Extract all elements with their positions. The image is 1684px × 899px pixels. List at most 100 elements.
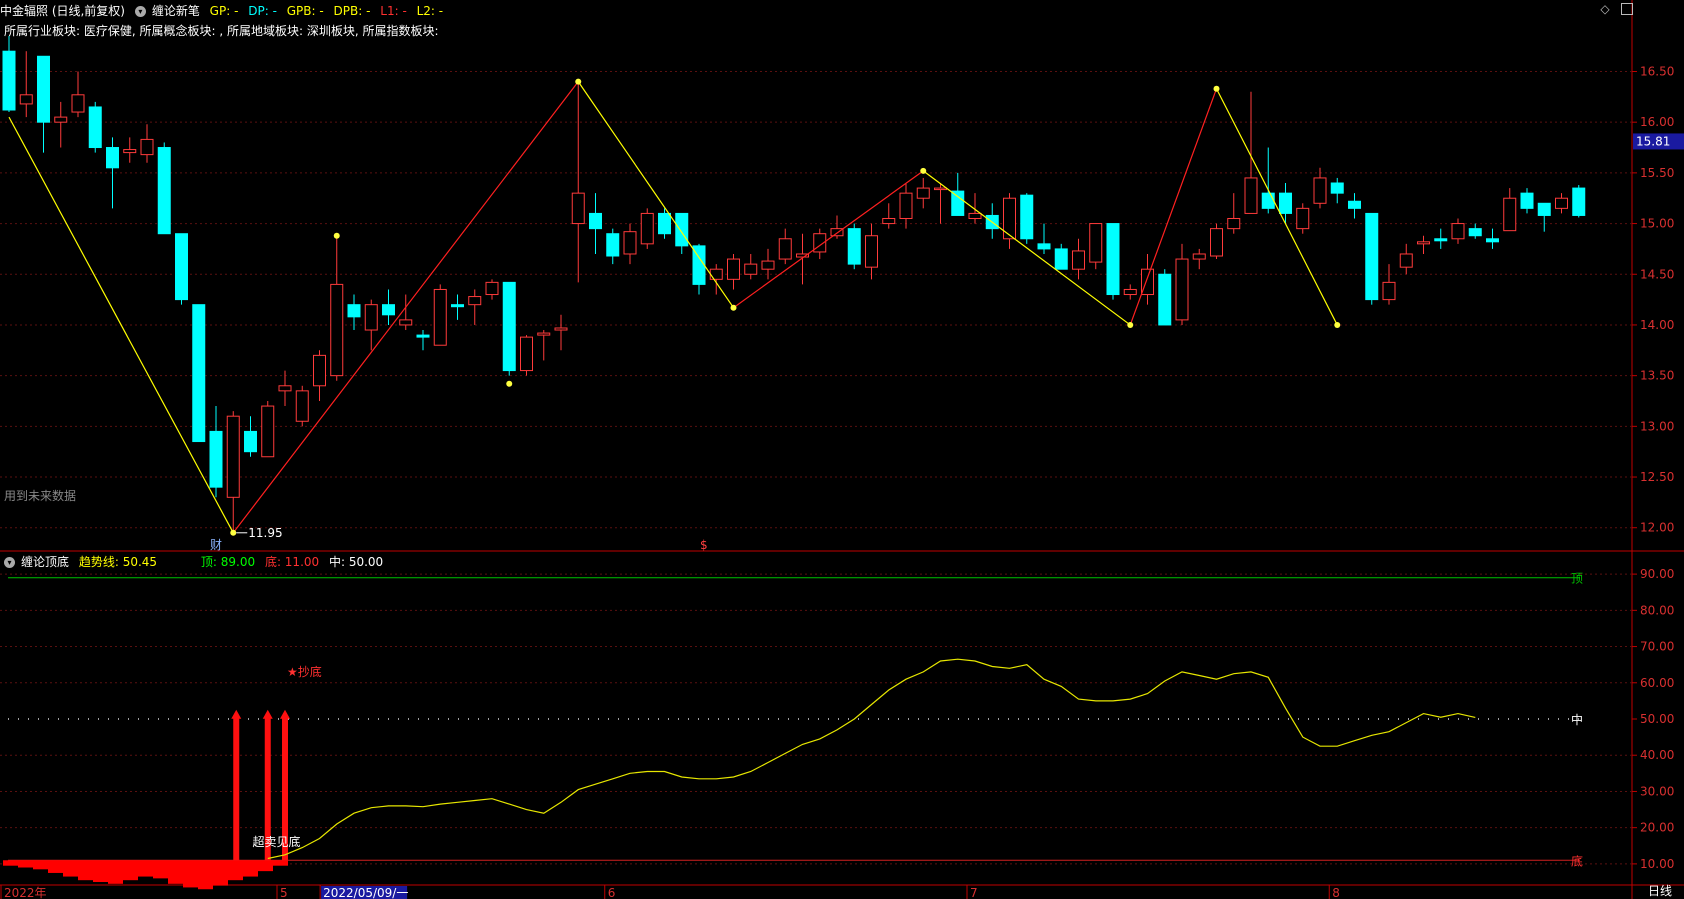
bottom-bar bbox=[108, 860, 123, 884]
candle-up bbox=[226, 415, 240, 498]
bottom-bar bbox=[3, 860, 18, 866]
sub-indicator-name[interactable]: 缠论顶底 bbox=[21, 555, 69, 569]
future-data-note: 用到未来数据 bbox=[4, 489, 77, 503]
x-tick-label: 8 bbox=[1332, 886, 1340, 899]
candle-down bbox=[1365, 212, 1379, 301]
candle-down bbox=[244, 430, 257, 453]
candle-down bbox=[1537, 202, 1551, 216]
bottom-bar bbox=[33, 860, 48, 870]
buy-signal-arrowhead bbox=[262, 709, 273, 719]
candle-up bbox=[882, 217, 896, 225]
indicator-tick-label: 30.00 bbox=[1640, 784, 1674, 798]
stock-chart-canvas[interactable]: 11.95 财 $ 16.50 16.00 15.50 15.00 14.50 14.00 13… bbox=[0, 0, 1684, 899]
price-tick-label: 15.00 bbox=[1640, 217, 1674, 231]
price-tick-label: 12.50 bbox=[1640, 470, 1674, 484]
candle-up bbox=[1296, 207, 1310, 230]
candle-down bbox=[1348, 200, 1361, 209]
candle-down bbox=[951, 190, 965, 216]
level-tag: 底 bbox=[1571, 853, 1583, 868]
candle-up bbox=[640, 212, 654, 245]
indicator-tick-label: 20.00 bbox=[1640, 821, 1674, 835]
candle-up bbox=[140, 138, 154, 156]
price-tick-label: 16.50 bbox=[1640, 64, 1674, 78]
l1-label: L1: - bbox=[380, 4, 407, 18]
candle-down bbox=[175, 233, 188, 301]
indicator-grid bbox=[0, 573, 1632, 865]
candlestick-series bbox=[2, 36, 1586, 533]
candle-down bbox=[37, 55, 50, 123]
fractal-dot bbox=[1213, 85, 1220, 92]
price-tick-label: 15.50 bbox=[1640, 166, 1674, 180]
candle-down bbox=[847, 228, 861, 265]
candle-up bbox=[968, 212, 982, 219]
bottom-label: 底: 11.00 bbox=[264, 555, 320, 569]
indicator-tick-label: 60.00 bbox=[1640, 676, 1674, 690]
candle-up bbox=[364, 304, 378, 331]
indicator-settings-icon[interactable]: ▾ bbox=[134, 6, 146, 17]
indicator-y-axis: 90.00 80.00 70.00 60.00 50.00 40.00 30.00 20.00… bbox=[1632, 567, 1674, 871]
candle-up bbox=[1192, 253, 1206, 260]
candle-down bbox=[347, 304, 361, 318]
candle-down bbox=[192, 304, 206, 443]
candle-up bbox=[761, 260, 775, 270]
fractal-dot bbox=[230, 529, 237, 536]
buy-signal-arrowhead bbox=[280, 709, 290, 719]
candle-down bbox=[1158, 273, 1172, 326]
candle-up bbox=[865, 235, 878, 268]
candle-up bbox=[313, 354, 326, 387]
bottom-bar bbox=[138, 860, 153, 877]
current-price-label: 15.81 bbox=[1636, 134, 1670, 148]
l2-label: L2: - bbox=[416, 4, 444, 18]
candle-up bbox=[899, 192, 913, 219]
candle-down bbox=[658, 212, 671, 235]
candle-down bbox=[1468, 228, 1482, 237]
candle-up bbox=[433, 288, 447, 346]
sub-indicator-settings-icon[interactable]: ▾ bbox=[4, 557, 15, 568]
indicator-tick-label: 70.00 bbox=[1640, 640, 1674, 654]
candle-down bbox=[416, 334, 430, 338]
bottom-bar bbox=[273, 860, 288, 866]
maximize-icon[interactable] bbox=[1621, 3, 1633, 15]
candle-down bbox=[1520, 192, 1534, 209]
fractal-dot bbox=[333, 232, 340, 239]
candle-up bbox=[934, 187, 947, 191]
low-annotation-label: 11.95 bbox=[248, 526, 282, 540]
buy-signal-bar bbox=[233, 717, 240, 861]
stock-title[interactable]: 中金辐照 (日线,前复权) bbox=[0, 4, 125, 18]
x-tick-label: 6 bbox=[608, 886, 616, 899]
indicator-name[interactable]: 缠论新笔 bbox=[152, 4, 200, 18]
candle-down bbox=[1330, 182, 1344, 194]
candle-up bbox=[571, 192, 585, 225]
bottom-bar bbox=[213, 860, 228, 886]
bottom-bar bbox=[78, 860, 93, 881]
price-tick-label: 14.50 bbox=[1640, 267, 1674, 281]
trend-line bbox=[267, 658, 1476, 860]
bottom-bar bbox=[18, 860, 33, 868]
sub-legend: ▾ 缠论顶底 趋势线: 50.45 顶: 89.00 底: 11.00 中: 50… bbox=[0, 553, 389, 571]
candle-up bbox=[485, 281, 499, 296]
candle-down bbox=[209, 430, 223, 488]
candle-down bbox=[88, 106, 102, 149]
candle-up bbox=[278, 385, 292, 392]
fractal-dot bbox=[1334, 321, 1341, 328]
candle-down bbox=[451, 304, 464, 308]
x-tick-label: 2022/05/09/一 bbox=[323, 886, 408, 899]
x-tick-label: 2022年 bbox=[4, 886, 47, 899]
candle-up bbox=[1417, 241, 1430, 245]
candle-up bbox=[1089, 223, 1103, 263]
candle-up bbox=[727, 258, 740, 280]
indicator-tick-label: 50.00 bbox=[1640, 712, 1674, 726]
fractal-dot bbox=[506, 380, 513, 387]
indicator-tick-label: 90.00 bbox=[1640, 567, 1674, 581]
bottom-bar bbox=[243, 860, 258, 877]
bottom-bar bbox=[258, 860, 273, 872]
candle-down bbox=[1261, 192, 1275, 209]
trend-label: 趋势线: 50.45 bbox=[78, 555, 158, 569]
candle-down bbox=[675, 212, 689, 247]
candle-up bbox=[1210, 228, 1223, 257]
level-tag: 顶 bbox=[1571, 572, 1583, 586]
bottom-bar bbox=[123, 860, 138, 881]
diamond-icon[interactable]: ◇ bbox=[1599, 3, 1611, 15]
period-label[interactable]: 日线 bbox=[1648, 883, 1672, 899]
price-tick-label: 12.00 bbox=[1640, 521, 1674, 535]
